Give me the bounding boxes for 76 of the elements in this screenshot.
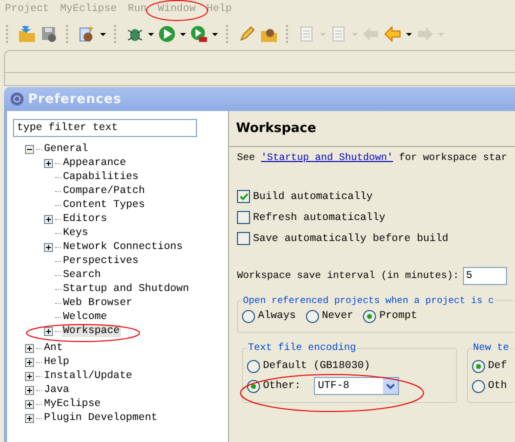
- radio-label: Oth: [488, 380, 507, 392]
- caret-icon[interactable]: [148, 32, 154, 36]
- radio-label: Other:: [263, 380, 301, 392]
- group-title: Open referenced projects when a project is c: [242, 295, 495, 306]
- checkbox[interactable]: [237, 190, 250, 203]
- tree-item[interactable]: Perspectives: [62, 255, 140, 267]
- expand-icon[interactable]: [44, 326, 53, 336]
- expand-icon[interactable]: [44, 214, 53, 224]
- radio-button[interactable]: [472, 360, 485, 372]
- tree-item[interactable]: Content Types: [62, 199, 146, 211]
- radio-button[interactable]: [247, 380, 260, 392]
- checkbox-label: Build automatically: [253, 190, 373, 202]
- dialog-title: Preferences: [28, 92, 122, 106]
- tree-item[interactable]: Compare/Patch: [62, 185, 146, 197]
- pencil-icon[interactable]: [238, 25, 256, 43]
- caret-icon[interactable]: [180, 32, 186, 36]
- expand-icon[interactable]: [44, 242, 53, 252]
- caret-icon[interactable]: [100, 32, 106, 36]
- expand-icon[interactable]: [25, 358, 34, 366]
- radio-button[interactable]: [472, 380, 485, 392]
- tree-item[interactable]: Plugin Development: [43, 412, 158, 424]
- check-icon: [238, 192, 248, 201]
- checkbox[interactable]: [237, 211, 250, 224]
- tree-item[interactable]: Capabilities: [62, 171, 140, 183]
- chevron-icon: [386, 383, 395, 389]
- startup-link[interactable]: 'Startup and Shutdown': [261, 153, 394, 164]
- play-toolbox-icon[interactable]: [190, 25, 208, 43]
- encoding-select[interactable]: UTF-8: [314, 377, 399, 395]
- tree-item[interactable]: Workspace: [62, 325, 121, 337]
- checkbox[interactable]: [237, 232, 250, 245]
- interval-label: Workspace save interval (in minutes):: [237, 270, 460, 282]
- tree-item[interactable]: Ant: [43, 342, 64, 354]
- tree-item[interactable]: Search: [62, 269, 102, 281]
- tree-item[interactable]: Help: [43, 356, 70, 368]
- tree-item[interactable]: Web Browser: [62, 297, 134, 309]
- radio-button[interactable]: [242, 310, 255, 322]
- tree-item[interactable]: Java: [43, 384, 70, 396]
- radio-label: Default (GB18030): [263, 360, 370, 372]
- folder-icon[interactable]: [18, 25, 36, 43]
- radio-label: Always: [258, 310, 296, 322]
- tree-item[interactable]: Startup and Shutdown: [62, 283, 190, 295]
- tree-item[interactable]: Network Connections: [62, 241, 184, 253]
- expand-icon[interactable]: [44, 158, 53, 168]
- tree-item[interactable]: Keys: [62, 227, 90, 239]
- collapse-icon[interactable]: [25, 144, 34, 154]
- page-title: Workspace: [236, 121, 316, 136]
- expand-icon[interactable]: [25, 372, 34, 380]
- checkbox-label: Save automatically before build: [253, 232, 448, 244]
- caret-icon[interactable]: [406, 32, 412, 36]
- tree-item[interactable]: Appearance: [62, 157, 128, 169]
- tree-item[interactable]: Install/Update: [43, 370, 134, 382]
- new-file-icon[interactable]: [78, 25, 96, 43]
- radio-label: Def: [488, 360, 507, 372]
- radio-button[interactable]: [306, 310, 319, 322]
- tree-item[interactable]: MyEclipse: [43, 398, 102, 410]
- interval-field[interactable]: 5: [463, 267, 508, 285]
- group-title: New te: [472, 343, 510, 354]
- expand-icon[interactable]: [25, 386, 34, 394]
- radio-label: Never: [322, 310, 354, 322]
- expand-icon[interactable]: [25, 414, 34, 422]
- annotation-ellipse: [146, 0, 208, 21]
- tree-item[interactable]: Editors: [62, 213, 108, 225]
- radio-button[interactable]: [363, 310, 376, 322]
- tree-item[interactable]: General: [43, 143, 90, 155]
- caret-icon[interactable]: [212, 32, 218, 36]
- radio-button[interactable]: [247, 360, 260, 372]
- filter-field[interactable]: type filter text: [13, 119, 197, 137]
- checkbox-label: Refresh automatically: [253, 212, 386, 224]
- expand-icon[interactable]: [25, 344, 34, 352]
- radio-label: Prompt: [379, 310, 418, 322]
- group-title: Text file encoding: [247, 343, 358, 354]
- app-icon: [10, 92, 24, 106]
- expand-icon[interactable]: [25, 400, 34, 408]
- tree-item[interactable]: Welcome: [62, 311, 108, 323]
- play-icon[interactable]: [158, 25, 176, 43]
- startup-note: See 'Startup and Shutdown' for workspace star: [237, 153, 508, 164]
